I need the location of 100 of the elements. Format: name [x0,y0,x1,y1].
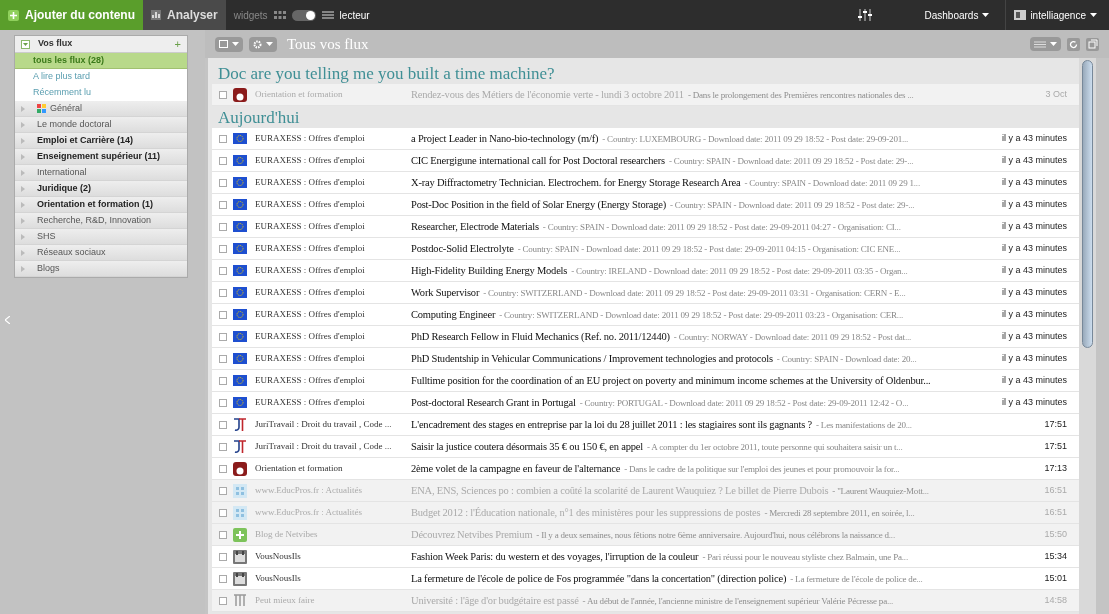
feed-row[interactable]: EURAXESS : Offres d'emploi Post-Doc Position in the field of Solar Energy (Energy Storage) - Country: SPAIN - Download date: 2011 09 29 18:52 - Post date: 29-... il y a 43 minutes [212,194,1079,216]
item-snippet: - Country: PORTUGAL - Download date: 2011 09 29 18:52 - Post date: 29-09-2011 12:42 - O... [579,396,909,410]
item-snippet: - Country: SWITZERLAND - Download date: 2011 09 29 18:52 - Post date: 29-09-2011 03:31 - Organisation: CERN - E... [483,286,906,300]
category-label: Emploi et Carrière (14) [37,133,134,147]
row-checkbox[interactable] [219,376,227,385]
row-checkbox[interactable] [219,332,227,341]
collapse-icon[interactable] [5,316,10,324]
monogram-icon [233,440,247,453]
category-item[interactable]: Général [15,101,187,117]
row-checkbox[interactable] [219,464,227,473]
category-item[interactable]: International [15,165,187,181]
row-checkbox[interactable] [219,90,227,99]
feed-row[interactable]: EURAXESS : Offres d'emploi a Project Leader in Nano-bio-technology (m/f) - Country: LUXEMBOURG - Download date: 2011 09 29 18:52 - Post date: 29-09-201... il y a 43 minutes [212,128,1079,150]
item-snippet: - Country: NORWAY - Download date: 2011 09 29 18:52 - Post dat... [673,330,912,344]
row-checkbox[interactable] [219,134,227,143]
item-snippet: - "Laurent Wauquiez-Mott... [832,484,929,498]
section-heading: Aujourd'hui [217,106,301,128]
row-checkbox[interactable] [219,200,227,209]
feed-source: VousNousIls [254,571,302,585]
item-time: il y a 43 minutes [1000,329,1067,343]
category-item[interactable]: Emploi et Carrière (14) [15,133,187,149]
row-checkbox[interactable] [219,288,227,297]
row-checkbox[interactable] [219,508,227,517]
flag-icon [233,353,247,364]
item-title: Saisir la justice coutera désormais 35 € ou 150 €, en appel [411,439,643,454]
widgets-label[interactable]: widgets [233,7,268,23]
category-item[interactable]: Réseaux sociaux [15,245,187,261]
category-item[interactable]: SHS [15,229,187,245]
feed-source: EURAXESS : Offres d'emploi [254,373,366,387]
row-checkbox[interactable] [219,398,227,407]
reader-label[interactable]: lecteur [339,7,370,23]
caret-icon [232,42,239,46]
row-checkbox[interactable] [219,310,227,319]
feed-source: EURAXESS : Offres d'emploi [254,285,366,299]
feed-row[interactable]: EURAXESS : Offres d'emploi X-ray Diffractometry Technician. Electrochem. for Energy Storage Research Area - Country: SPAIN - Download date: 2011 09 29 1... il y a 43 minutes [212,172,1079,194]
arrow-icon [21,217,25,224]
scrollbar[interactable] [1079,58,1096,614]
feed-row[interactable]: EURAXESS : Offres d'emploi Fulltime position for the coordination of an EU project on poverty and minimum income schemes at the University of Oldenbur... il y a 43 minutes [212,370,1079,392]
plus-icon [233,527,247,542]
refresh-icon[interactable] [1067,37,1080,51]
feed-row[interactable]: EURAXESS : Offres d'emploi Researcher, Electrode Materials - Country: SPAIN - Download date: 2011 09 29 18:52 - Post date: 29-09-2011 04:27 - Organisation: CI... il y a 43 minutes [212,216,1079,238]
feed-row[interactable]: JuriTravail : Droit du travail , Code ... L'encadrement des stages en entreprise par la loi du 28 juillet 2011 : les stagiaires sont ils gagnants ? - Les manifestations de 20... 17:51 [212,414,1079,436]
view-toggle[interactable] [291,9,316,21]
caret-icon [1090,13,1097,17]
sliders-icon[interactable] [858,9,873,21]
category-item[interactable]: Recherche, R&D, Innovation [15,213,187,229]
row-checkbox[interactable] [219,420,227,429]
feed-row[interactable]: Orientation et formation 2ème volet de la campagne en faveur de l'alternance - Dans le cadre de la politique sur l'emploi des jeunes et pour promouvoir la for... 17:13 [212,458,1079,480]
item-time: 16:51 [1043,505,1067,519]
arrow-icon [21,185,25,192]
category-item[interactable]: Juridique (2) [15,181,187,197]
dashboards-menu[interactable]: Dashboards [916,7,998,23]
arrow-icon [21,153,25,160]
row-checkbox[interactable] [219,574,227,583]
row-checkbox[interactable] [219,442,227,451]
row-checkbox[interactable] [219,178,227,187]
category-item[interactable]: Le monde doctoral [15,117,187,133]
settings-dropdown[interactable] [249,36,277,52]
row-checkbox[interactable] [219,486,227,495]
monogram-icon [233,418,247,431]
category-item[interactable]: Blogs [15,261,187,277]
row-checkbox[interactable] [219,530,227,539]
feed-source: www.EducPros.fr : Actualités [254,483,363,497]
feed-row[interactable]: EURAXESS : Offres d'emploi CIC Energigune international call for Post Doctoral researchers - Country: SPAIN - Download date: 2011 09 29 18:52 - Post date: 29-... il y a 43 minutes [212,150,1079,172]
feed-row[interactable]: EURAXESS : Offres d'emploi Computing Engineer - Country: SWITZERLAND - Download date: 2011 09 29 18:52 - Post date: 29-09-2011 03:23 - Organisation: CER... il y a 43 minutes [212,304,1079,326]
category-label: Blogs [37,261,60,275]
account-menu[interactable]: intelliagence [1030,7,1109,23]
arrow-icon [21,121,25,128]
row-checkbox[interactable] [219,266,227,275]
feed-row[interactable]: VousNousIls La fermeture de l'école de police de Fos programmée "dans la concertation" (direction police) - La fermeture de l'école de police de... 15:01 [212,568,1079,590]
row-checkbox[interactable] [219,552,227,561]
row-checkbox[interactable] [219,222,227,231]
feed-row[interactable]: EURAXESS : Offres d'emploi High-Fidelity Building Energy Models - Country: IRELAND - Download date: 2011 09 29 18:52 - Post date: 29-09-2011 03:35 - Organ... il y a 43 minutes [212,260,1079,282]
view-dropdown[interactable] [1030,37,1061,51]
category-item[interactable]: Orientation et formation (1) [15,197,187,213]
item-title: Computing Engineer [411,307,496,322]
row-checkbox[interactable] [219,244,227,253]
category-item[interactable]: Enseignement supérieur (11) [15,149,187,165]
select-dropdown[interactable] [215,36,243,52]
feed-row[interactable]: EURAXESS : Offres d'emploi PhD Research Fellow in Fluid Mechanics (Ref. no. 2011/12440) - Country: NORWAY - Download date: 2011 09 29 18:52 - Post dat... il y a 43 minutes [212,326,1079,348]
item-title: Fulltime position for the coordination of an EU project on poverty and minimum income schemes at the University of Oldenbur... [411,373,931,388]
feed-row[interactable]: EURAXESS : Offres d'emploi Postdoc-Solid Electrolyte - Country: SPAIN - Download date: 2011 09 29 18:52 - Post date: 29-09-2011 04:15 - Organisation: CIC ENE... il y a 43 minutes [212,238,1079,260]
expand-icon[interactable] [21,39,30,49]
feed-row[interactable]: VousNousIls Fashion Week Paris: du western et des voyages, l'irruption de la couleur - Pari réussi pour le nouveau styliste chez Balmain, une Pa... 15:34 [212,546,1079,568]
item-title: Work Supervisor [411,285,480,300]
feed-source: Orientation et formation [254,87,344,101]
feed-row[interactable]: EURAXESS : Offres d'emploi PhD Studentship in Vehicular Communications / Improvement technologies and protocols - Country: SPAIN - Download date: 20... il y a 43 minutes [212,348,1079,370]
item-title: PhD Studentship in Vehicular Communications / Improvement technologies and protocols [411,351,773,366]
feed-row[interactable]: EURAXESS : Offres d'emploi Post-doctoral Research Grant in Portugal - Country: PORTUGAL - Download date: 2011 09 29 18:52 - Post date: 29-09-2011 12:42 - O... il y a 43 minutes [212,392,1079,414]
popout-icon[interactable] [1086,37,1099,51]
row-checkbox[interactable] [219,156,227,165]
feed-row[interactable]: EURAXESS : Offres d'emploi Work Supervisor - Country: SWITZERLAND - Download date: 2011 09 29 18:52 - Post date: 29-09-2011 03:31 - Organisation: CERN - E... il y a 43 minutes [212,282,1079,304]
item-snippet: - Dans le prolongement des Premières rencontres nationales des ... [687,88,914,102]
item-title: L'encadrement des stages en entreprise par la loi du 28 juillet 2011 : les stagiaires sont ils gagnants ? [411,417,812,432]
row-checkbox[interactable] [219,596,227,605]
item-title: Fashion Week Paris: du western et des voyages, l'irruption de la couleur [411,549,699,564]
analyze-button[interactable]: Analyser [143,0,226,30]
feed-row[interactable]: JuriTravail : Droit du travail , Code ... Saisir la justice coutera désormais 35 € ou 150 €, en appel - A compter du 1er octobre 2011, toute personne qui souhaitera saisir un t... 17:51 [212,436,1079,458]
row-checkbox[interactable] [219,354,227,363]
arrow-icon [21,265,25,272]
